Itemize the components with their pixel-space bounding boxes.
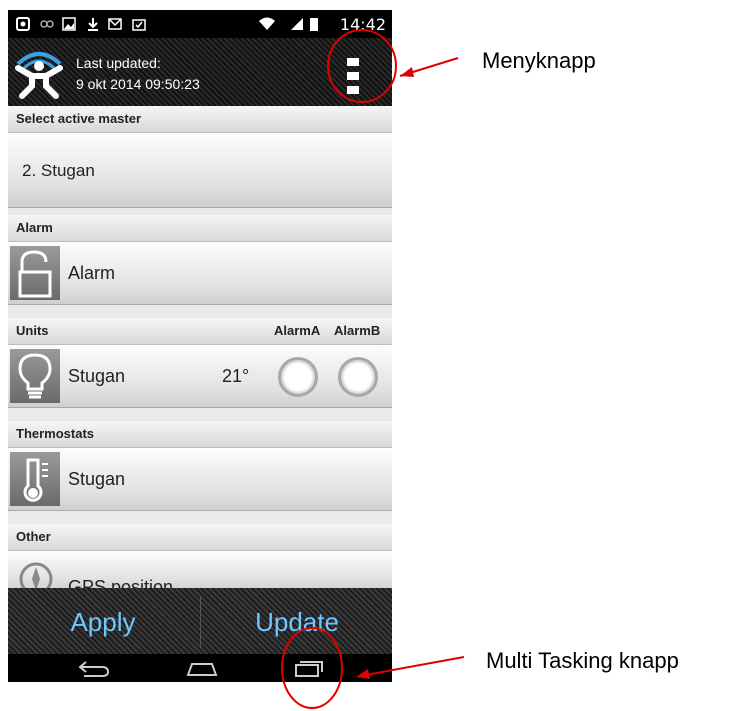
multitask-arrowhead xyxy=(356,669,370,679)
menu-annotation-label: Menyknapp xyxy=(482,48,596,73)
annotation-overlay xyxy=(281,29,465,709)
menu-arrowhead xyxy=(400,67,414,77)
menu-highlight-circle xyxy=(327,29,397,103)
multitask-annotation-label: Multi Tasking knapp xyxy=(486,648,679,673)
multitask-highlight-circle xyxy=(281,627,343,709)
multitask-arrow xyxy=(359,656,465,677)
